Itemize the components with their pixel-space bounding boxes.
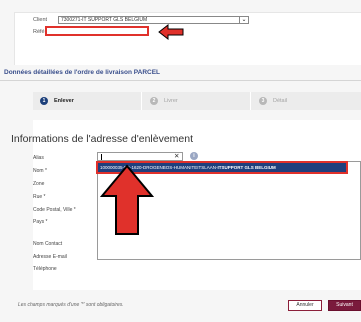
telephone-label: Téléphone bbox=[33, 266, 57, 272]
clear-icon[interactable]: ✕ bbox=[174, 152, 179, 160]
step-enlever[interactable]: 1 Enlever bbox=[40, 92, 74, 110]
step-number: 3 bbox=[259, 97, 267, 105]
page: Client 7300271-IT SUPPORT GLS BELGIUM ⌄ … bbox=[0, 0, 361, 322]
nom-contact-label: Nom Contact bbox=[33, 241, 63, 247]
pays-label: Pays * bbox=[33, 219, 48, 225]
step-detail[interactable]: 3 Détail bbox=[259, 92, 287, 110]
divider bbox=[0, 80, 361, 81]
nom-label: Nom * bbox=[33, 168, 47, 174]
cancel-button[interactable]: Annuler bbox=[288, 300, 322, 311]
step-divider bbox=[141, 92, 142, 110]
client-select[interactable]: 7300271-IT SUPPORT GLS BELGIUM ⌄ bbox=[58, 16, 249, 24]
step-bar: 1 Enlever 2 Livrer 3 Détail bbox=[33, 92, 361, 110]
step-label: Détail bbox=[273, 98, 288, 104]
option-company: ITSUPPORT GLS BELGIUM bbox=[217, 165, 276, 170]
rue-label: Rue * bbox=[33, 194, 46, 200]
step-divider bbox=[250, 92, 251, 110]
email-label: Adresse E-mail bbox=[33, 254, 67, 260]
text-caret bbox=[101, 154, 102, 160]
alias-label: Alias bbox=[33, 155, 44, 161]
section-title: Données détaillées de l'ordre de livrais… bbox=[4, 69, 161, 76]
client-selected-value: 7300271-IT SUPPORT GLS BELGIUM bbox=[61, 17, 148, 23]
step-livrer[interactable]: 2 Livrer bbox=[150, 92, 178, 110]
step-number: 1 bbox=[40, 97, 48, 105]
red-arrow-up-icon bbox=[100, 164, 154, 235]
step-label: Enlever bbox=[54, 98, 74, 104]
step-number: 2 bbox=[150, 97, 158, 105]
zone-label: Zone bbox=[33, 181, 45, 187]
required-fields-note: Les champs marqués d'une '*' sont obliga… bbox=[18, 302, 124, 308]
code-postal-label: Code Postal, Ville * bbox=[33, 207, 76, 213]
alias-input[interactable] bbox=[97, 152, 183, 161]
reference-input[interactable] bbox=[45, 26, 149, 36]
red-arrow-left-icon bbox=[158, 24, 184, 40]
client-label: Client bbox=[33, 17, 48, 23]
step-label: Livrer bbox=[164, 98, 178, 104]
chevron-down-icon[interactable]: ⌄ bbox=[239, 16, 248, 24]
form-title: Informations de l'adresse d'enlèvement bbox=[11, 133, 194, 145]
next-button[interactable]: Suivant bbox=[328, 300, 361, 311]
info-icon[interactable]: i bbox=[190, 152, 198, 160]
